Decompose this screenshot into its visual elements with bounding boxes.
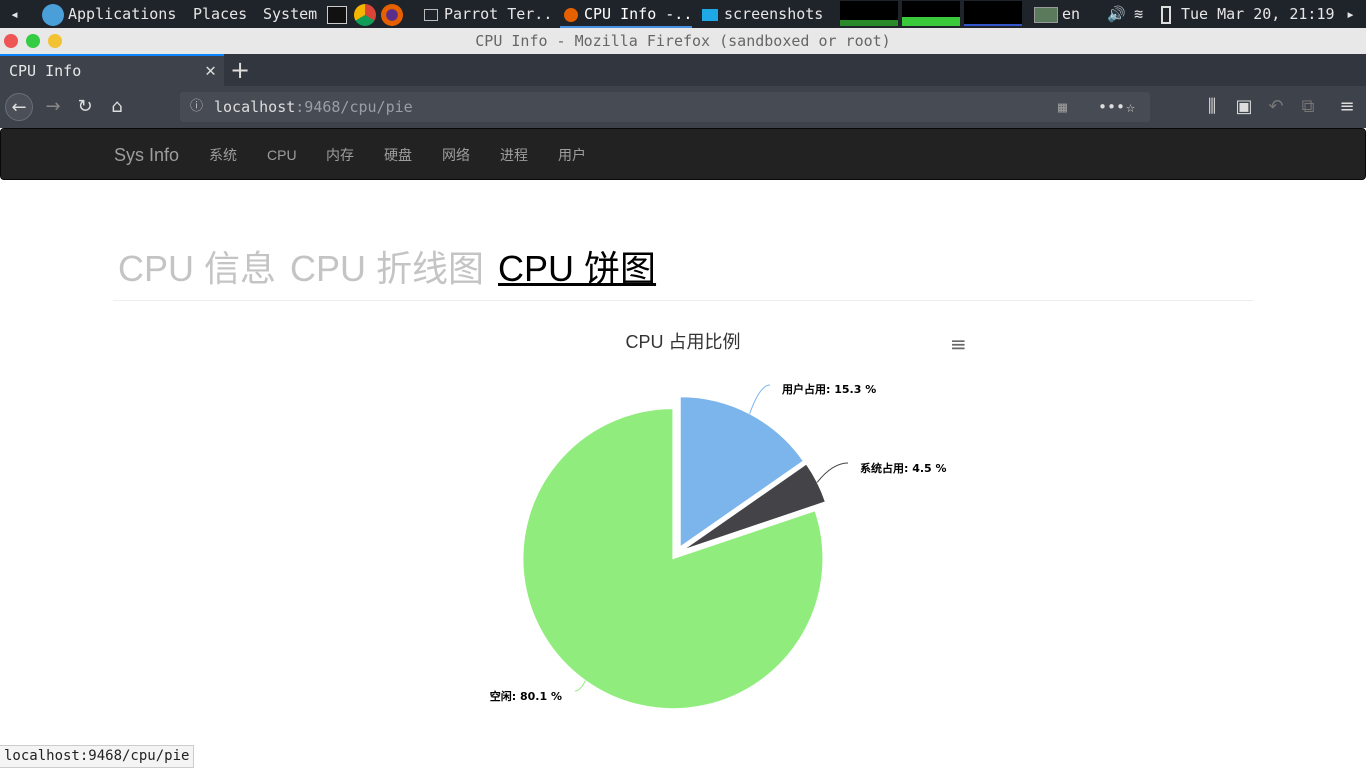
places-menu[interactable]: Places — [193, 0, 247, 28]
memory-monitor — [902, 1, 960, 26]
sidebar-icon[interactable]: ▣ — [1230, 93, 1258, 121]
maximize-window-button[interactable] — [26, 34, 40, 48]
forward-button[interactable]: → — [39, 93, 67, 121]
pie-slice-system-label: 系统占用: 4.5 % — [860, 461, 947, 475]
tab-cpu-info[interactable]: CPU Info ✕ — [0, 54, 224, 86]
qr-code-icon[interactable]: ▦ — [1058, 92, 1067, 122]
battery-icon[interactable] — [1161, 0, 1171, 28]
url-text: localhost:9468/cpu/pie — [214, 98, 413, 116]
system-panel: ◂ Applications Places System Parrot Ter.… — [0, 0, 1366, 28]
new-tab-icon[interactable]: + — [230, 56, 250, 84]
pie-slice-user-label: 用户占用: 15.3 % — [782, 382, 876, 396]
system-menu[interactable]: System — [263, 0, 317, 28]
network-monitor — [964, 1, 1022, 26]
task-firefox[interactable]: CPU Info -... — [560, 0, 692, 28]
info-icon[interactable]: ⓘ — [190, 92, 203, 122]
reload-icon[interactable]: ↻ — [71, 93, 99, 121]
terminal-icon — [424, 8, 438, 21]
terminal-launcher-icon[interactable] — [327, 0, 347, 28]
minimize-window-button[interactable] — [48, 34, 62, 48]
page-content: Sys Info 系统 CPU 内存 硬盘 网络 进程 用户 CPU 信息 CPU… — [0, 128, 1366, 768]
library-icon[interactable]: ⫼ — [1198, 93, 1226, 121]
bookmark-star-icon[interactable]: ☆ — [1126, 92, 1135, 122]
firefox-icon — [564, 7, 578, 22]
pie-slice-system-connector — [816, 462, 849, 483]
screenshot-icon[interactable]: ⧉ — [1294, 93, 1322, 121]
tab-title: CPU Info — [9, 62, 82, 80]
parrot-logo-icon — [42, 3, 64, 26]
folder-icon — [702, 8, 718, 21]
window-titlebar: CPU Info - Mozilla Firefox (sandboxed or… — [0, 28, 1366, 54]
nav-toolbar: ← → ↻ ⌂ ⓘ localhost:9468/cpu/pie ▦ ••• ☆… — [0, 86, 1366, 128]
pie-chart: 用户占用: 15.3 % 系统占用: 4.5 % 空闲: 80.1 % — [490, 382, 947, 710]
page-actions-icon[interactable]: ••• — [1098, 92, 1125, 122]
panel-left-arrow-icon[interactable]: ◂ — [10, 0, 19, 28]
task-screenshots[interactable]: screenshots — [702, 0, 832, 28]
chrome-launcher-icon[interactable] — [354, 0, 376, 28]
clock[interactable]: Tue Mar 20, 21:19 — [1181, 0, 1335, 28]
wifi-icon[interactable]: ≋ — [1134, 0, 1143, 28]
volume-icon[interactable]: 🔊 — [1107, 0, 1126, 28]
keyboard-icon[interactable] — [1034, 0, 1058, 28]
back-button[interactable]: ← — [5, 93, 33, 121]
panel-right-arrow-icon[interactable]: ▸ — [1346, 0, 1355, 28]
tab-strip: CPU Info ✕ + — [0, 54, 1366, 86]
language-indicator[interactable]: en — [1062, 0, 1080, 28]
firefox-launcher-icon[interactable] — [381, 0, 403, 28]
task-terminal[interactable]: Parrot Ter... — [424, 0, 554, 28]
status-bar: localhost:9468/cpu/pie — [0, 745, 195, 768]
close-window-button[interactable] — [4, 34, 18, 48]
url-bar[interactable]: ⓘ localhost:9468/cpu/pie ▦ ••• ☆ — [180, 92, 1150, 122]
hamburger-menu-icon[interactable]: ≡ — [1333, 93, 1361, 121]
undo-icon[interactable]: ↶ — [1262, 93, 1290, 121]
home-icon[interactable]: ⌂ — [103, 93, 131, 121]
pie-slice-idle-connector — [574, 680, 586, 692]
pie-slice-idle-label: 空闲: 80.1 % — [490, 689, 562, 703]
pie-slice-user-connector — [749, 384, 771, 414]
cpu-monitor — [840, 1, 898, 26]
close-tab-icon[interactable]: ✕ — [205, 56, 216, 86]
window-title: CPU Info - Mozilla Firefox (sandboxed or… — [475, 32, 891, 50]
applications-menu[interactable]: Applications — [42, 0, 176, 28]
